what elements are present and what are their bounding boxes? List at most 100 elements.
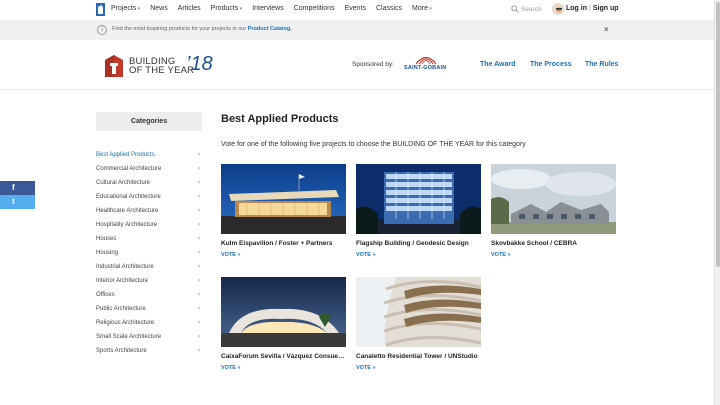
chevron-right-icon: › — [198, 222, 200, 228]
user-avatar-icon[interactable] — [552, 3, 564, 15]
category-label: Commercial Architecture — [96, 166, 162, 172]
category-label: Best Applied Products — [96, 152, 155, 158]
nav-link-more[interactable]: More — [412, 5, 432, 12]
chevron-right-icon: › — [198, 334, 200, 340]
chevron-right-icon: › — [198, 264, 200, 270]
twitter-icon: t — [12, 197, 15, 206]
category-item-public-architecture[interactable]: Public Architecture › — [96, 302, 200, 316]
login-link[interactable]: Log in — [566, 5, 587, 12]
chevron-right-icon: › — [198, 278, 200, 284]
sponsor-name: SAINT-GOBAIN — [404, 65, 447, 71]
vote-link[interactable]: VOTE » — [221, 252, 346, 258]
project-image[interactable] — [491, 164, 616, 234]
twitter-share-button[interactable]: t — [0, 195, 35, 209]
scrollbar[interactable] — [714, 0, 720, 405]
logo-text: BUILDING OF THE YEAR — [129, 57, 195, 76]
category-item-offices[interactable]: Offices › — [96, 288, 200, 302]
category-list: Best Applied Products › Commercial Archite… — [96, 148, 200, 358]
category-item-industrial-architecture[interactable]: Industrial Architecture › — [96, 260, 200, 274]
chevron-right-icon: › — [198, 348, 200, 354]
nav-link-articles[interactable]: Articles — [178, 5, 201, 12]
project-name[interactable]: Canaletto Residential Tower / UNStudio — [356, 353, 481, 360]
chevron-right-icon: › — [198, 306, 200, 312]
project-card[interactable]: CaixaForum Sevilla / Vázquez Consuegra V… — [221, 277, 346, 371]
vote-link[interactable]: VOTE » — [491, 252, 616, 258]
category-label: Housing — [96, 250, 119, 256]
chevron-right-icon: › — [198, 208, 200, 214]
category-item-healthcare-architecture[interactable]: Healthcare Architecture › — [96, 204, 200, 218]
sponsored-label: Sponsored by: — [352, 61, 394, 68]
project-image[interactable] — [356, 164, 481, 234]
project-name[interactable]: CaixaForum Sevilla / Vázquez Consuegra — [221, 353, 346, 360]
close-icon[interactable]: × — [604, 25, 609, 34]
vote-link[interactable]: VOTE » — [356, 365, 481, 371]
nav-link-news[interactable]: News — [150, 5, 168, 12]
chevron-right-icon: › — [198, 250, 200, 256]
logo-year: ’18 — [186, 53, 213, 75]
category-item-cultural-architecture[interactable]: Cultural Architecture › — [96, 176, 200, 190]
category-item-hospitality-architecture[interactable]: Hospitality Architecture › — [96, 218, 200, 232]
info-banner: i Find the most inspiring products for y… — [0, 20, 714, 40]
signup-link[interactable]: Sign up — [593, 5, 619, 12]
chevron-right-icon: › — [198, 166, 200, 172]
category-label: Interior Architecture — [96, 278, 149, 284]
top-navigation: Projects News Articles Products Interviews Co… — [0, 0, 714, 20]
login-signup: Log in | Sign up — [566, 5, 619, 12]
nav-link-classics[interactable]: Classics — [376, 5, 402, 12]
nav-link-products[interactable]: Products — [211, 5, 243, 12]
chevron-right-icon: › — [198, 320, 200, 326]
chevron-right-icon: › — [198, 292, 200, 298]
category-label: Healthcare Architecture — [96, 208, 159, 214]
category-label: Houses — [96, 236, 117, 242]
product-catalog-link[interactable]: Product Catalog. — [248, 26, 292, 32]
project-name[interactable]: Kulm Eispavilion / Foster + Partners — [221, 240, 346, 247]
project-card[interactable]: Flagship Building / Geodesic Design VOTE… — [356, 164, 481, 258]
category-label: Educational Architecture — [96, 194, 161, 200]
category-label: Hospitality Architecture — [96, 222, 158, 228]
category-label: Religious Architecture — [96, 320, 155, 326]
project-image[interactable] — [356, 277, 481, 347]
page-title: Best Applied Products — [221, 113, 339, 125]
logo-line2: OF THE YEAR — [129, 65, 195, 76]
category-label: Industrial Architecture — [96, 264, 154, 270]
facebook-share-button[interactable]: f — [0, 181, 35, 195]
project-image[interactable] — [221, 164, 346, 234]
login-separator: | — [589, 5, 591, 12]
process-link[interactable]: The Process — [530, 61, 572, 68]
award-link[interactable]: The Award — [480, 61, 515, 68]
category-item-sports-architecture[interactable]: Sports Architecture › — [96, 344, 200, 358]
category-item-educational-architecture[interactable]: Educational Architecture › — [96, 190, 200, 204]
category-item-commercial-architecture[interactable]: Commercial Architecture › — [96, 162, 200, 176]
nav-link-interviews[interactable]: Interviews — [252, 5, 284, 12]
nav-link-projects[interactable]: Projects — [111, 5, 140, 12]
category-item-housing[interactable]: Housing › — [96, 246, 200, 260]
info-icon: i — [97, 25, 107, 35]
rules-link[interactable]: The Rules — [585, 61, 618, 68]
project-name[interactable]: Flagship Building / Geodesic Design — [356, 240, 481, 247]
category-item-best-applied-products[interactable]: Best Applied Products › — [96, 148, 200, 162]
project-image[interactable] — [221, 277, 346, 347]
project-card[interactable]: Canaletto Residential Tower / UNStudio V… — [356, 277, 481, 371]
facebook-icon: f — [12, 183, 15, 192]
category-item-religious-architecture[interactable]: Religious Architecture › — [96, 316, 200, 330]
category-item-houses[interactable]: Houses › — [96, 232, 200, 246]
nav-link-events[interactable]: Events — [345, 5, 366, 12]
info-message: Find the most inspiring products for you… — [112, 26, 247, 32]
chevron-right-icon: › — [198, 152, 200, 158]
project-name[interactable]: Skovbakke School / CEBRA — [491, 240, 616, 247]
category-item-interior-architecture[interactable]: Interior Architecture › — [96, 274, 200, 288]
category-label: Small Scale Architecture — [96, 334, 162, 340]
project-card[interactable]: Kulm Eispavilion / Foster + Partners VOT… — [221, 164, 346, 258]
category-item-small-scale-architecture[interactable]: Small Scale Architecture › — [96, 330, 200, 344]
scrollbar-thumb[interactable] — [716, 2, 720, 267]
building-of-the-year-logo-icon[interactable] — [104, 54, 124, 78]
award-header: BUILDING OF THE YEAR ’18 Sponsored by: S… — [0, 40, 714, 90]
search-box[interactable]: Search — [511, 5, 542, 13]
chevron-right-icon: › — [198, 194, 200, 200]
archdaily-logo-icon[interactable] — [96, 3, 105, 16]
project-card[interactable]: Skovbakke School / CEBRA VOTE » — [491, 164, 616, 258]
nav-link-competitions[interactable]: Competitions — [294, 5, 335, 12]
vote-link[interactable]: VOTE » — [221, 365, 346, 371]
info-text: Find the most inspiring products for you… — [112, 26, 292, 32]
vote-link[interactable]: VOTE » — [356, 252, 481, 258]
